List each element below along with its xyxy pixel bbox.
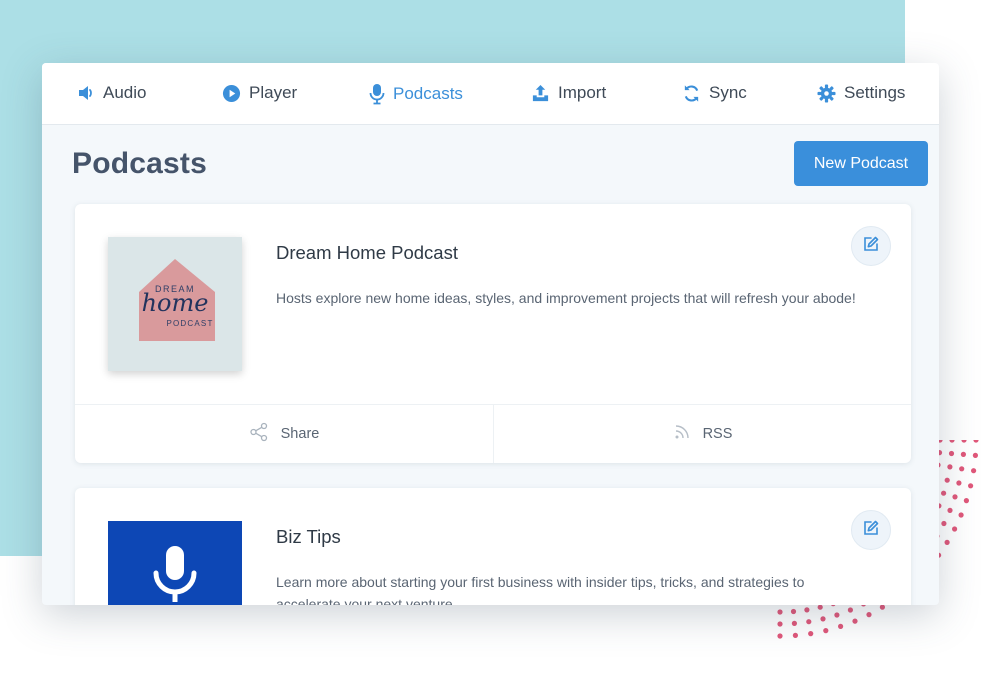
podcast-card: Biz Tips Learn more about starting your … [75, 488, 911, 605]
nav-label: Player [249, 83, 298, 102]
share-button[interactable]: Share [75, 405, 493, 463]
nav-label: Settings [844, 83, 906, 102]
svg-text:home: home [142, 289, 209, 317]
nav-label: Audio [103, 83, 147, 102]
podcast-cover-image[interactable]: DREAM home PODCAST [108, 237, 242, 371]
nav-label: Import [558, 83, 607, 102]
nav-label: Podcasts [393, 84, 463, 103]
podcast-description: Learn more about starting your first bus… [276, 574, 805, 605]
share-label: Share [280, 426, 320, 442]
upload-icon [531, 84, 550, 103]
app-window: Audio Player Podcasts Import Sync Settin… [42, 63, 939, 605]
rss-icon [673, 423, 691, 445]
top-nav: Audio Player Podcasts Import Sync Settin… [42, 63, 939, 125]
page-title: Podcasts [72, 147, 207, 180]
nav-item-player[interactable]: Player [222, 83, 297, 103]
card-footer: Share RSS [75, 404, 911, 463]
edit-icon [862, 519, 880, 542]
nav-label: Sync [709, 83, 747, 102]
microphone-icon [369, 83, 385, 105]
podcast-description: Hosts explore new home ideas, styles, an… [276, 290, 856, 306]
podcast-cover-image[interactable] [108, 521, 242, 605]
edit-button[interactable] [851, 226, 891, 266]
gear-icon [817, 83, 836, 103]
podcast-card: DREAM home PODCAST Dream Home Podcast Ho… [75, 204, 911, 463]
nav-item-audio[interactable]: Audio [77, 83, 146, 103]
edit-icon [862, 235, 880, 258]
rss-button[interactable]: RSS [493, 405, 911, 463]
nav-item-settings[interactable]: Settings [817, 83, 905, 103]
speaker-icon [77, 84, 95, 102]
edit-button[interactable] [851, 510, 891, 550]
sync-icon [682, 84, 701, 103]
rss-label: RSS [702, 426, 733, 442]
play-circle-icon [222, 84, 241, 103]
nav-item-sync[interactable]: Sync [682, 83, 747, 103]
nav-item-podcasts[interactable]: Podcasts [369, 83, 463, 105]
nav-item-import[interactable]: Import [531, 83, 606, 103]
new-podcast-button[interactable]: New Podcast [794, 141, 928, 186]
podcast-title: Biz Tips [276, 526, 341, 547]
share-icon [249, 422, 269, 446]
svg-text:PODCAST: PODCAST [166, 319, 213, 328]
podcast-title: Dream Home Podcast [276, 242, 458, 263]
